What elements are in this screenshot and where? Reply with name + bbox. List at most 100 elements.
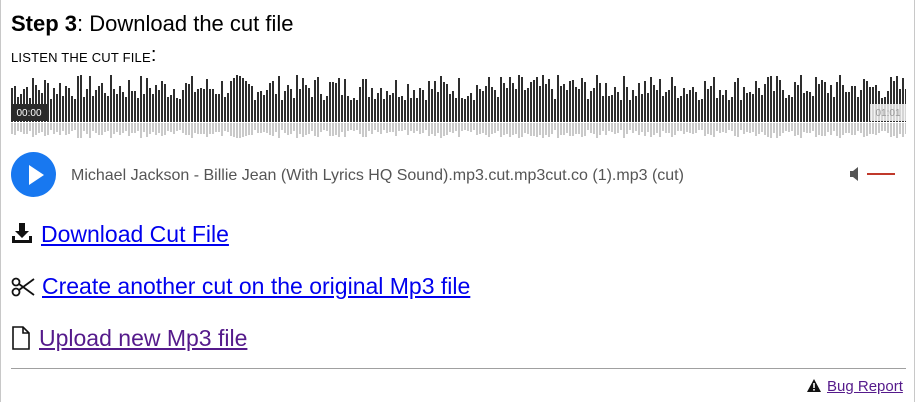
waveform-reflection (779, 123, 781, 136)
waveform-reflection (311, 123, 313, 131)
waveform-bar (164, 84, 166, 122)
waveform-bar (734, 82, 736, 122)
waveform-bar (422, 90, 424, 122)
audio-player: Michael Jackson - Billie Jean (With Lyri… (11, 152, 906, 198)
waveform-reflection (404, 123, 406, 130)
waveform-bar (725, 90, 727, 122)
waveform-bar (449, 94, 451, 122)
waveform-reflection (299, 123, 301, 134)
waveform-reflection (398, 123, 400, 131)
waveform-reflection (56, 123, 58, 132)
waveform-reflection (302, 123, 304, 137)
waveform-reflection (662, 123, 664, 131)
waveform-reflection (557, 123, 559, 138)
waveform-reflection (308, 123, 310, 134)
waveform-reflection (23, 123, 25, 134)
waveform-reflection (71, 123, 73, 131)
waveform-bar (821, 80, 823, 122)
waveform-bar (317, 77, 319, 122)
waveform-bar (311, 97, 313, 122)
volume-control[interactable] (849, 166, 897, 184)
create-another-cut-link[interactable]: Create another cut on the original Mp3 f… (42, 271, 470, 301)
waveform-bar (395, 80, 397, 122)
waveform-bar (752, 94, 754, 122)
waveform-bar (587, 99, 589, 122)
waveform-reflection (107, 123, 109, 131)
volume-slider[interactable] (867, 173, 895, 175)
waveform-bar (635, 96, 637, 122)
waveform-bar (521, 77, 523, 122)
waveform-bar (158, 90, 160, 122)
waveform-reflection (902, 123, 904, 137)
waveform-reflection (515, 123, 517, 134)
waveform-bar (221, 81, 223, 122)
waveform-reflection (503, 123, 505, 135)
waveform-bar (560, 86, 562, 122)
waveform-bar (197, 89, 199, 122)
waveform-bar (215, 94, 217, 122)
waveform-bar (542, 75, 544, 122)
waveform-bar (509, 77, 511, 122)
waveform-reflection (296, 123, 298, 138)
waveform-reflection (110, 123, 112, 138)
waveform-reflection (44, 123, 46, 136)
waveform-reflection (677, 123, 679, 131)
waveform-reflection (839, 123, 841, 138)
waveform-reflection (329, 123, 331, 136)
waveform-reflection (434, 123, 436, 136)
waveform-reflection (392, 123, 394, 132)
bug-report-link[interactable]: Bug Report (827, 377, 903, 397)
waveform-bar (47, 83, 49, 122)
upload-new-mp3-link[interactable]: Upload new Mp3 file (39, 323, 247, 353)
waveform[interactable]: 00:00 01:01 (11, 72, 906, 138)
waveform-bar (683, 88, 685, 122)
waveform-bar (464, 99, 466, 122)
waveform-bar (857, 97, 859, 122)
waveform-reflection (602, 123, 604, 131)
waveform-reflection (389, 123, 391, 132)
waveform-reflection (686, 123, 688, 132)
waveform-bar (149, 88, 151, 122)
waveform-reflection (848, 123, 850, 133)
waveform-bar (698, 100, 700, 122)
waveform-reflection (137, 123, 139, 131)
waveform-reflection (653, 123, 655, 135)
waveform-bar (302, 78, 304, 122)
waveform-bar (233, 78, 235, 122)
waveform-reflection (266, 123, 268, 133)
waveform-bar (53, 88, 55, 122)
waveform-bar (671, 77, 673, 122)
waveform-reflection (845, 123, 847, 133)
waveform-reflection (635, 123, 637, 131)
waveform-bar (254, 100, 256, 122)
waveform-reflection (440, 123, 442, 138)
waveform-bar (485, 86, 487, 122)
waveform-reflection (197, 123, 199, 134)
waveform-reflection (92, 123, 94, 131)
waveform-reflection (872, 123, 874, 134)
download-cut-file-link[interactable]: Download Cut File (41, 219, 229, 249)
waveform-reflection (233, 123, 235, 137)
waveform-reflection (200, 123, 202, 134)
waveform-reflection (521, 123, 523, 137)
waveform-bar (287, 85, 289, 122)
waveform-bar (140, 76, 142, 122)
waveform-reflection (395, 123, 397, 136)
waveform-bar (80, 75, 82, 122)
play-button[interactable] (11, 152, 56, 197)
waveform-bar (431, 89, 433, 122)
waveform-bar (275, 94, 277, 122)
waveform-bar (707, 89, 709, 122)
waveform-bar (803, 93, 805, 122)
waveform-reflection (119, 123, 121, 135)
waveform-bar (170, 95, 172, 122)
waveform-bar (767, 77, 769, 122)
waveform-bar (200, 88, 202, 122)
waveform-reflection (743, 123, 745, 134)
waveform-bar (518, 75, 520, 122)
speaker-icon[interactable] (849, 166, 863, 182)
waveform-bar (470, 93, 472, 122)
waveform-bar (446, 84, 448, 122)
waveform-bar (626, 87, 628, 122)
waveform-bar (50, 99, 52, 122)
